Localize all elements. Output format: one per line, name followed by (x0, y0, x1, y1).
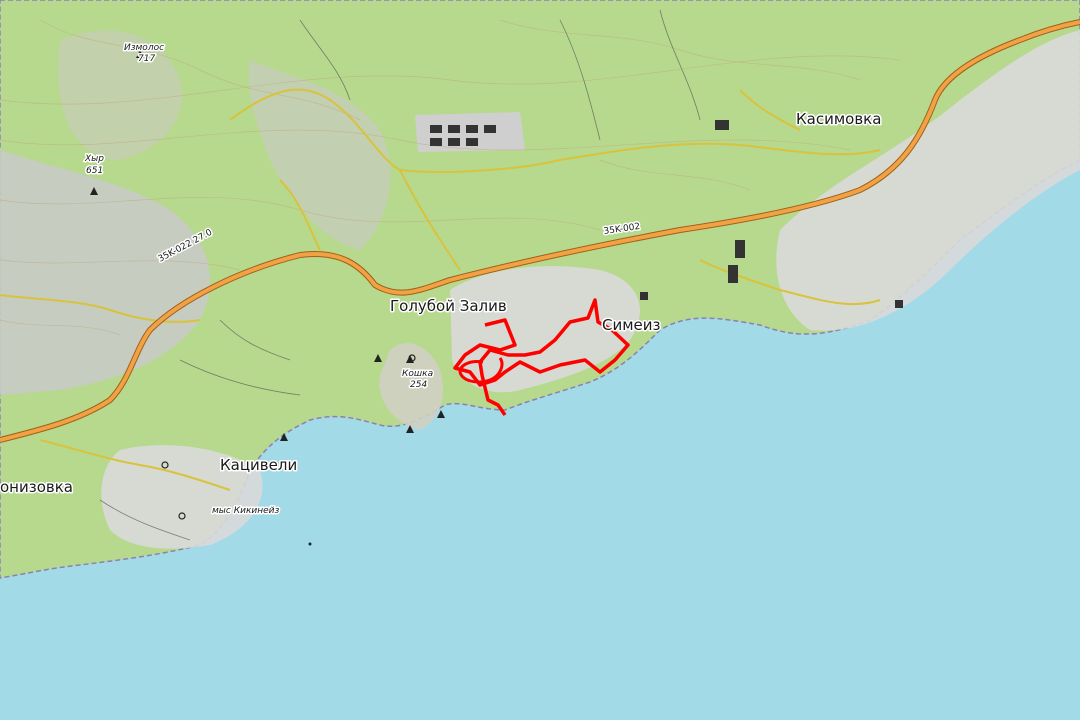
peak-elevation-khyr: 651 (86, 166, 103, 176)
peak-elevation-izmolos: 717 (138, 54, 155, 64)
town-label-simeiz[interactable]: Симеиз (601, 315, 663, 336)
town-label-ponizovka[interactable]: онизовка (0, 477, 74, 498)
peak-label-khyr: Хыр (84, 154, 104, 164)
peak-elevation-koshka: 254 (410, 380, 427, 390)
peak-label-izmolos: Измолос (124, 43, 164, 53)
town-label-kasimovka[interactable]: Касимовка (795, 109, 883, 130)
cape-label-kikineiz: мыс Кикинейз (212, 506, 279, 516)
peak-label-koshka: Кошка (402, 369, 433, 379)
sea-rock (308, 542, 312, 546)
map-canvas[interactable]: Голубой Залив Симеиз Кацивели Касимовка … (0, 0, 1080, 720)
town-label-katsiveli[interactable]: Кацивели (219, 455, 299, 476)
town-label-goluboy-zaliv[interactable]: Голубой Залив (389, 296, 509, 317)
